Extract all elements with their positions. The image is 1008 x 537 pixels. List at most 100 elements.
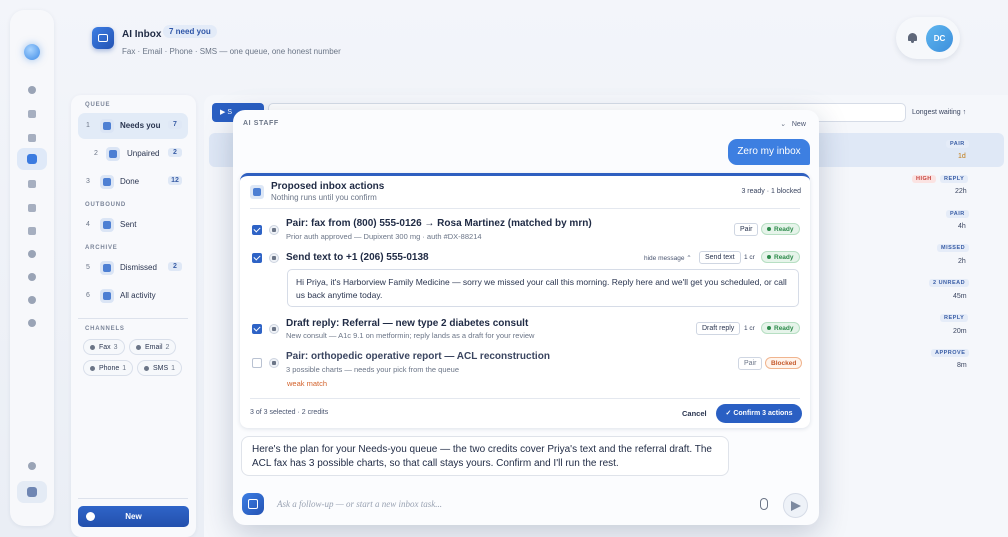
- pair-button[interactable]: Pair: [738, 357, 763, 370]
- chevron-down-icon: ⌄: [780, 121, 786, 128]
- queue-item-number: 2: [94, 150, 98, 157]
- new-chat-label: New: [791, 121, 806, 128]
- priority-badge: HIGH: [912, 175, 936, 183]
- inbox-icon[interactable]: [17, 148, 47, 170]
- divider: [78, 318, 188, 319]
- bell-icon[interactable]: [907, 32, 918, 43]
- queue-item-label: Unpaired: [127, 149, 160, 158]
- email-icon: [269, 324, 279, 334]
- credit-cost: 1 cr: [744, 325, 755, 332]
- message-preview[interactable]: Hi Priya, it's Harborview Family Medicin…: [287, 269, 799, 307]
- ai-inbox-logo-icon: [92, 27, 114, 49]
- queue-item-number: 6: [86, 292, 90, 299]
- queue-item-dismissed[interactable]: 5 Dismissed 2: [78, 255, 188, 281]
- queue-item-count: 2: [168, 148, 182, 157]
- section-label-archive: ARCHIVE: [85, 245, 118, 251]
- row-tag: REPLY: [940, 175, 969, 183]
- page-title: AI Inbox: [122, 29, 162, 40]
- row-age: 8m: [957, 362, 967, 369]
- microphone-icon[interactable]: [760, 498, 768, 510]
- team-icon[interactable]: [26, 248, 38, 260]
- icon-rail: [10, 10, 54, 526]
- print-icon[interactable]: [26, 202, 38, 214]
- row-age: 22h: [955, 188, 967, 195]
- channel-chip-email[interactable]: Email 2: [129, 339, 177, 355]
- action-checkbox[interactable]: [252, 324, 262, 334]
- chip-count: 2: [165, 344, 170, 351]
- row-tag: APPROVE: [931, 349, 970, 357]
- email-icon: [136, 344, 141, 350]
- inbox-icon: [100, 119, 114, 133]
- plus-icon: [86, 512, 95, 521]
- send-text-button[interactable]: Send text: [699, 251, 741, 264]
- sort-dropdown[interactable]: Longest waiting ↑: [912, 109, 966, 116]
- confirm-actions-button[interactable]: ✓ Confirm 3 actions: [716, 404, 802, 423]
- draft-reply-button[interactable]: Draft reply: [696, 322, 741, 335]
- channel-chip-fax[interactable]: Fax 3: [83, 339, 125, 355]
- send-message-button[interactable]: [783, 493, 808, 518]
- assistant-reply: Here's the plan for your Needs-you queue…: [241, 436, 729, 476]
- channel-chip-phone[interactable]: Phone 1: [83, 360, 134, 376]
- selection-summary: 3 of 3 selected · 2 credits: [250, 409, 329, 416]
- divider: [78, 498, 188, 499]
- chip-label: SMS: [153, 365, 169, 372]
- follow-up-input[interactable]: Ask a follow-up — or start a new inbox t…: [277, 499, 442, 509]
- dialog-title: AI STAFF: [243, 120, 279, 127]
- action-checkbox[interactable]: [252, 358, 262, 368]
- queue-item-count: 2: [168, 262, 182, 271]
- section-label-channels: CHANNELS: [85, 326, 125, 332]
- divider: [250, 208, 800, 209]
- new-button-label: New: [125, 512, 142, 521]
- divider: [250, 398, 800, 399]
- action-checkbox[interactable]: [252, 225, 262, 235]
- logout-icon[interactable]: [17, 481, 47, 503]
- send-icon: [100, 218, 114, 232]
- fax-icon: [269, 358, 279, 368]
- fax-icon: [269, 225, 279, 235]
- app-logo-icon[interactable]: [24, 44, 40, 60]
- queue-item-done[interactable]: 3 Done 12: [78, 169, 188, 195]
- sms-icon: [144, 365, 149, 371]
- chip-label: Email: [145, 344, 163, 351]
- action-subtitle: New consult — A1c 9.1 on metformin; repl…: [286, 331, 535, 340]
- card-subtitle: Nothing runs until you confirm: [271, 193, 377, 202]
- check-circle-icon: [100, 175, 114, 189]
- queue-item-sent[interactable]: 4 Sent: [78, 212, 188, 238]
- cancel-button[interactable]: Cancel: [682, 409, 707, 418]
- settings-icon[interactable]: [26, 317, 38, 329]
- status-badge: Ready: [761, 223, 800, 235]
- queue-item-unpaired[interactable]: 2 Unpaired 2: [78, 141, 188, 167]
- action-title: Send text to +1 (206) 555-0138: [286, 252, 429, 263]
- avatar[interactable]: DC: [926, 25, 953, 52]
- send-button-label: S: [227, 109, 232, 116]
- pair-button[interactable]: Pair: [734, 223, 759, 236]
- channel-chip-sms[interactable]: SMS 1: [137, 360, 183, 376]
- queue-item-needs-you[interactable]: 1 Needs you 7: [78, 113, 188, 139]
- phone-icon: [90, 365, 95, 371]
- needs-you-badge: 7 need you: [163, 25, 217, 38]
- row-age: 20m: [953, 328, 967, 335]
- target-icon[interactable]: [26, 294, 38, 306]
- people-icon[interactable]: [26, 108, 38, 120]
- queue-item-label: Dismissed: [120, 263, 157, 272]
- credit-cost: 1 cr: [744, 254, 755, 261]
- home-icon[interactable]: [26, 84, 38, 96]
- card-title: Proposed inbox actions: [271, 181, 385, 192]
- queue-item-all-activity[interactable]: 6 All activity: [78, 283, 188, 309]
- actions-list-icon: [250, 185, 264, 199]
- row-age: 45m: [953, 293, 967, 300]
- link-icon: [106, 147, 120, 161]
- new-button[interactable]: New: [78, 506, 189, 527]
- chip-label: Phone: [99, 365, 120, 372]
- calendar-icon[interactable]: [26, 225, 38, 237]
- row-age: 1d: [958, 153, 966, 160]
- action-title: Pair: fax from (800) 555-0126 → Rosa Mar…: [286, 218, 592, 229]
- new-chat-button[interactable]: ⌄ New: [780, 120, 806, 128]
- grid-icon[interactable]: [26, 178, 38, 190]
- hide-message-toggle[interactable]: hide message ⌃: [644, 254, 692, 262]
- profile-icon[interactable]: [26, 460, 38, 472]
- share-icon[interactable]: [26, 271, 38, 283]
- documents-icon[interactable]: [26, 132, 38, 144]
- action-checkbox[interactable]: [252, 253, 262, 263]
- action-title: Draft reply: Referral — new type 2 diabe…: [286, 318, 529, 329]
